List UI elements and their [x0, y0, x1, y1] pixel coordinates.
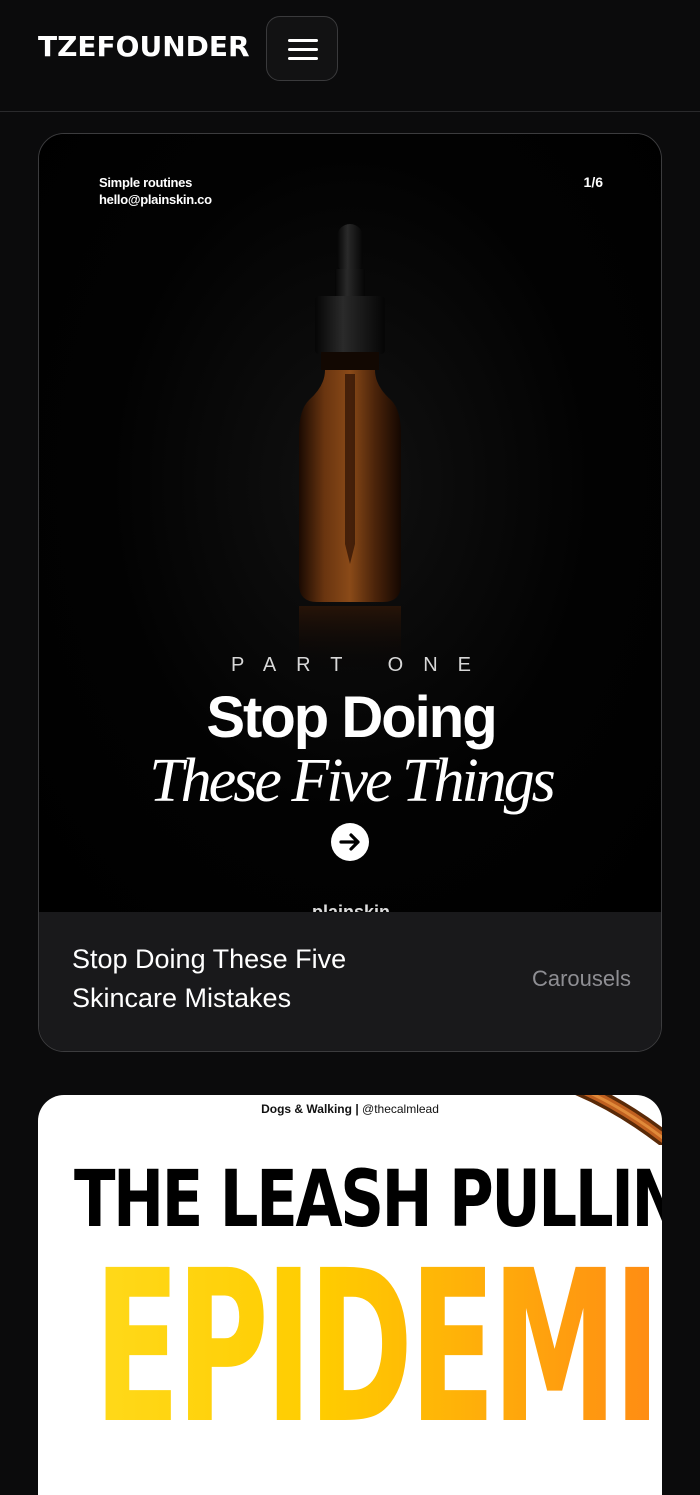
- slide-counter: 1/6: [583, 174, 603, 190]
- slide-kicker: PART ONE: [230, 654, 492, 676]
- site-header: TZEFOUNDER: [0, 0, 700, 112]
- post-title[interactable]: Stop Doing These Five Skincare Mistakes: [72, 940, 412, 1018]
- brand-logo[interactable]: TZEFOUNDER: [38, 30, 250, 63]
- leash-image: [575, 1095, 662, 1145]
- slide-topic: Dogs & Walking: [261, 1102, 352, 1116]
- hamburger-menu-icon: [288, 39, 318, 42]
- slide-meta-email: hello@plainskin.co: [99, 192, 212, 207]
- card-footer: Stop Doing These Five Skincare Mistakes …: [39, 912, 661, 1051]
- slide-brand: plainskin: [311, 902, 391, 912]
- next-slide-button[interactable]: [331, 823, 369, 861]
- post-card-leash[interactable]: Dogs & Walking | @thecalmlead THE LEASH …: [38, 1095, 662, 1495]
- post-category[interactable]: Carousels: [532, 966, 631, 992]
- hamburger-menu-icon: [288, 57, 318, 60]
- slide-meta: Simple routines hello@plainskin.co: [99, 174, 212, 208]
- hamburger-menu-icon: [288, 48, 318, 51]
- slide-meta-line: Simple routines: [99, 175, 193, 190]
- slide-headline: Stop Doing: [206, 685, 497, 750]
- slide-subheadline: These Five Things: [149, 747, 556, 815]
- menu-button[interactable]: [266, 16, 338, 81]
- carousel-slide-preview[interactable]: Simple routines hello@plainskin.co 1/6 P…: [39, 134, 661, 912]
- meta-separator: |: [355, 1102, 359, 1116]
- dropper-bottle-image: [299, 224, 401, 674]
- slide-subheadline: EPIDEMIC: [94, 1243, 662, 1453]
- post-card-skincare[interactable]: Simple routines hello@plainskin.co 1/6 P…: [38, 133, 662, 1052]
- arrow-right-icon: [339, 833, 360, 851]
- slide-handle: @thecalmlead: [362, 1102, 439, 1116]
